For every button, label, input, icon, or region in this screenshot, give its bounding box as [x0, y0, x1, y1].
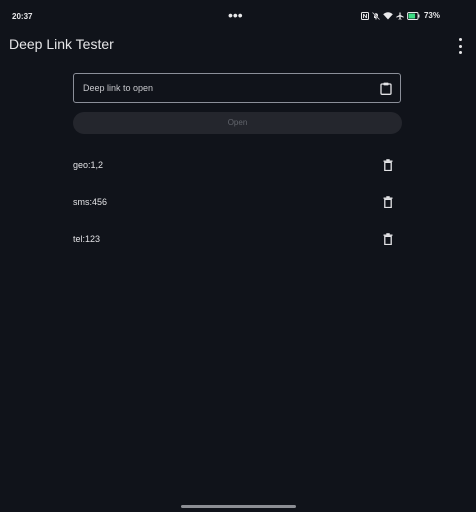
- app-bar: Deep Link Tester: [0, 34, 476, 56]
- wifi-icon: [383, 11, 393, 20]
- more-vert-icon[interactable]: [454, 38, 466, 54]
- app-title: Deep Link Tester: [9, 36, 114, 52]
- status-time: 20:37: [12, 12, 33, 21]
- list-item[interactable]: geo:1,2: [73, 148, 402, 185]
- screen: 20:37 ••• 73% Deep Link Tester Deep link…: [0, 0, 476, 512]
- menu-dot: [458, 44, 462, 48]
- bell-off-icon: [371, 11, 380, 20]
- list-item[interactable]: tel:123: [73, 222, 402, 259]
- gesture-nav-bar[interactable]: [181, 505, 296, 508]
- battery-icon: [407, 11, 420, 20]
- trash-icon[interactable]: [381, 195, 395, 209]
- menu-dot: [458, 38, 462, 41]
- menu-dot: [458, 51, 462, 54]
- battery-percent: 73%: [423, 11, 440, 20]
- trash-icon[interactable]: [381, 232, 395, 246]
- history-list: geo:1,2 sms:456 tel:123: [73, 148, 402, 259]
- deep-link-input[interactable]: [74, 74, 374, 102]
- status-icons: 73%: [360, 11, 440, 20]
- list-item[interactable]: sms:456: [73, 185, 402, 222]
- trash-icon[interactable]: [381, 158, 395, 172]
- list-item-label: sms:456: [73, 197, 108, 207]
- status-bar: 20:37 ••• 73%: [0, 0, 476, 34]
- deep-link-field: [73, 73, 401, 103]
- nfc-icon: [360, 11, 369, 20]
- notification-dots: •••: [228, 7, 243, 23]
- list-item-label: geo:1,2: [73, 160, 104, 170]
- airplane-icon: [396, 11, 404, 20]
- list-item-label: tel:123: [73, 234, 101, 244]
- clipboard-icon[interactable]: [378, 80, 394, 96]
- open-button[interactable]: Open: [73, 112, 402, 134]
